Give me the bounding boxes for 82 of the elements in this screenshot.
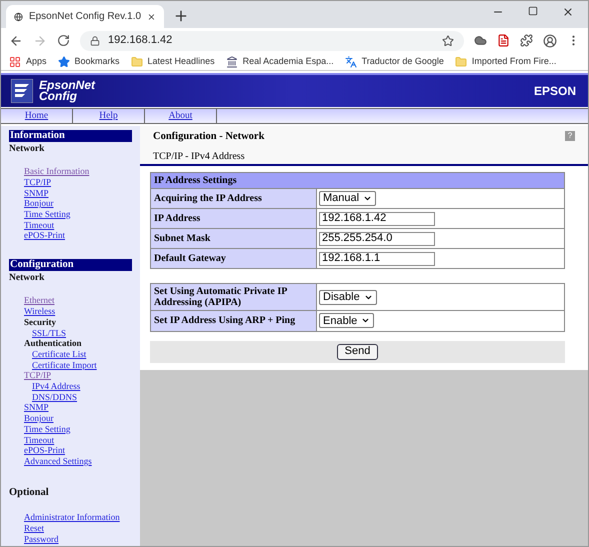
section-subtitle: Optional <box>9 486 50 500</box>
new-tab-icon[interactable] <box>173 8 189 24</box>
sidebar-link[interactable]: Timeout <box>24 434 54 445</box>
sidebar-link[interactable]: IPv4 Address <box>32 381 80 392</box>
maximize-icon[interactable] <box>528 6 538 16</box>
setting-label: IP Address <box>150 208 316 229</box>
sidebar-link[interactable]: SNMP <box>24 188 49 198</box>
lock-icon <box>90 36 100 46</box>
sidebar-link[interactable]: Basic Information <box>24 166 90 176</box>
section-title-bar: Configuration <box>9 259 132 272</box>
reload-icon[interactable] <box>57 34 70 47</box>
chevron-down-icon <box>363 194 372 203</box>
setting-label: Acquiring the IP Address <box>150 188 316 209</box>
sidebar-link[interactable]: SSL/TLS <box>32 328 66 338</box>
sidebar-link[interactable]: Bonjour <box>24 198 54 208</box>
back-icon[interactable] <box>9 34 23 48</box>
folder-icon <box>130 56 143 68</box>
cloud-icon[interactable] <box>474 34 487 47</box>
globe-icon <box>14 10 23 22</box>
tab-title: EpsonNet Config Rev.1.0 <box>28 10 142 24</box>
sidebar-link[interactable]: Time Setting <box>24 424 70 434</box>
sidebar-link[interactable]: Ethernet <box>24 295 54 306</box>
apps-grid-icon <box>9 56 21 68</box>
browser-tab[interactable]: EpsonNet Config Rev.1.0 <box>6 5 164 28</box>
product-name: EpsonNet Config <box>39 80 96 102</box>
sidebar-link[interactable]: DNS/DDNS <box>32 392 78 402</box>
address-bar[interactable]: 192.168.1.42 <box>80 30 464 50</box>
sidebar-link[interactable]: Time Setting <box>24 209 70 220</box>
setting-label: Set IP Address Using ARP + Ping <box>150 310 316 331</box>
sidebar-link[interactable]: TCP/IP <box>24 370 52 380</box>
section-subtitle: Network <box>9 143 46 156</box>
translate-icon <box>344 56 357 68</box>
section-title-bar: Information <box>9 130 132 142</box>
bookmark-star-icon[interactable] <box>442 34 454 46</box>
sidebar-link[interactable]: ePOS-Print <box>24 445 66 456</box>
bookmark[interactable]: Latest Headlines <box>130 54 215 68</box>
bookmark[interactable]: Real Academia Espa... <box>226 54 334 68</box>
sidebar-link[interactable]: Administrator Information <box>24 512 120 522</box>
pdf-icon[interactable] <box>497 34 510 47</box>
setting-label: Subnet Mask <box>150 228 316 249</box>
bookmark[interactable]: Bookmarks <box>58 54 120 68</box>
building-icon <box>226 56 238 68</box>
nav-link[interactable]: Help <box>99 108 118 124</box>
sidebar-link[interactable]: SNMP <box>24 402 49 412</box>
nav-link[interactable]: About <box>168 108 192 124</box>
sidebar-heading: Authentication <box>23 338 83 349</box>
sidebar-link[interactable]: Certificate Import <box>32 360 97 370</box>
bookmark[interactable]: Imported From Fire... <box>454 54 556 68</box>
section-subtitle: Network <box>9 272 46 286</box>
close-window-icon[interactable] <box>562 6 574 18</box>
nav-link[interactable]: Home <box>24 108 48 124</box>
text-field[interactable]: 192.168.1.1 <box>319 252 435 266</box>
dropdown[interactable]: Manual <box>319 191 376 206</box>
page-title: Configuration - Network <box>153 130 266 144</box>
sidebar-link[interactable]: Timeout <box>24 220 54 230</box>
table-header: IP Address Settings <box>150 172 564 188</box>
sidebar-link[interactable]: TCP/IP <box>24 176 52 187</box>
folder-icon <box>454 56 467 68</box>
sidebar-link[interactable]: Certificate List <box>32 348 86 359</box>
star-icon <box>58 56 70 68</box>
bookmark[interactable]: Traductor de Google <box>344 54 444 68</box>
sidebar-link[interactable]: Advanced Settings <box>24 456 92 466</box>
sidebar-link[interactable]: Wireless <box>24 306 56 316</box>
url-text: 192.168.1.42 <box>108 33 174 48</box>
text-field[interactable]: 255.255.254.0 <box>319 232 435 246</box>
sidebar-link[interactable]: ePOS-Print <box>24 230 66 240</box>
profile-icon[interactable] <box>543 34 557 48</box>
setting-label: Set Using Automatic Private IP Addressing (APIPA) <box>150 284 316 311</box>
logo-icon <box>11 79 33 103</box>
setting-label: Default Gateway <box>150 248 316 269</box>
brand-name: EPSON <box>534 83 577 100</box>
extensions-icon[interactable] <box>520 34 533 47</box>
sidebar-link[interactable]: Password <box>24 534 59 544</box>
sidebar-heading: Security <box>23 316 57 328</box>
sidebar-link[interactable]: Bonjour <box>24 413 54 424</box>
dropdown[interactable]: Enable <box>319 313 374 328</box>
dropdown[interactable]: Disable <box>319 290 377 305</box>
sidebar-link[interactable]: Reset <box>24 523 44 534</box>
text-field[interactable]: 192.168.1.42 <box>319 212 435 226</box>
send-button[interactable]: Send <box>336 344 378 360</box>
page-subtitle: TCP/IP - IPv4 Address <box>153 150 246 164</box>
bookmark[interactable]: Apps <box>9 54 47 68</box>
